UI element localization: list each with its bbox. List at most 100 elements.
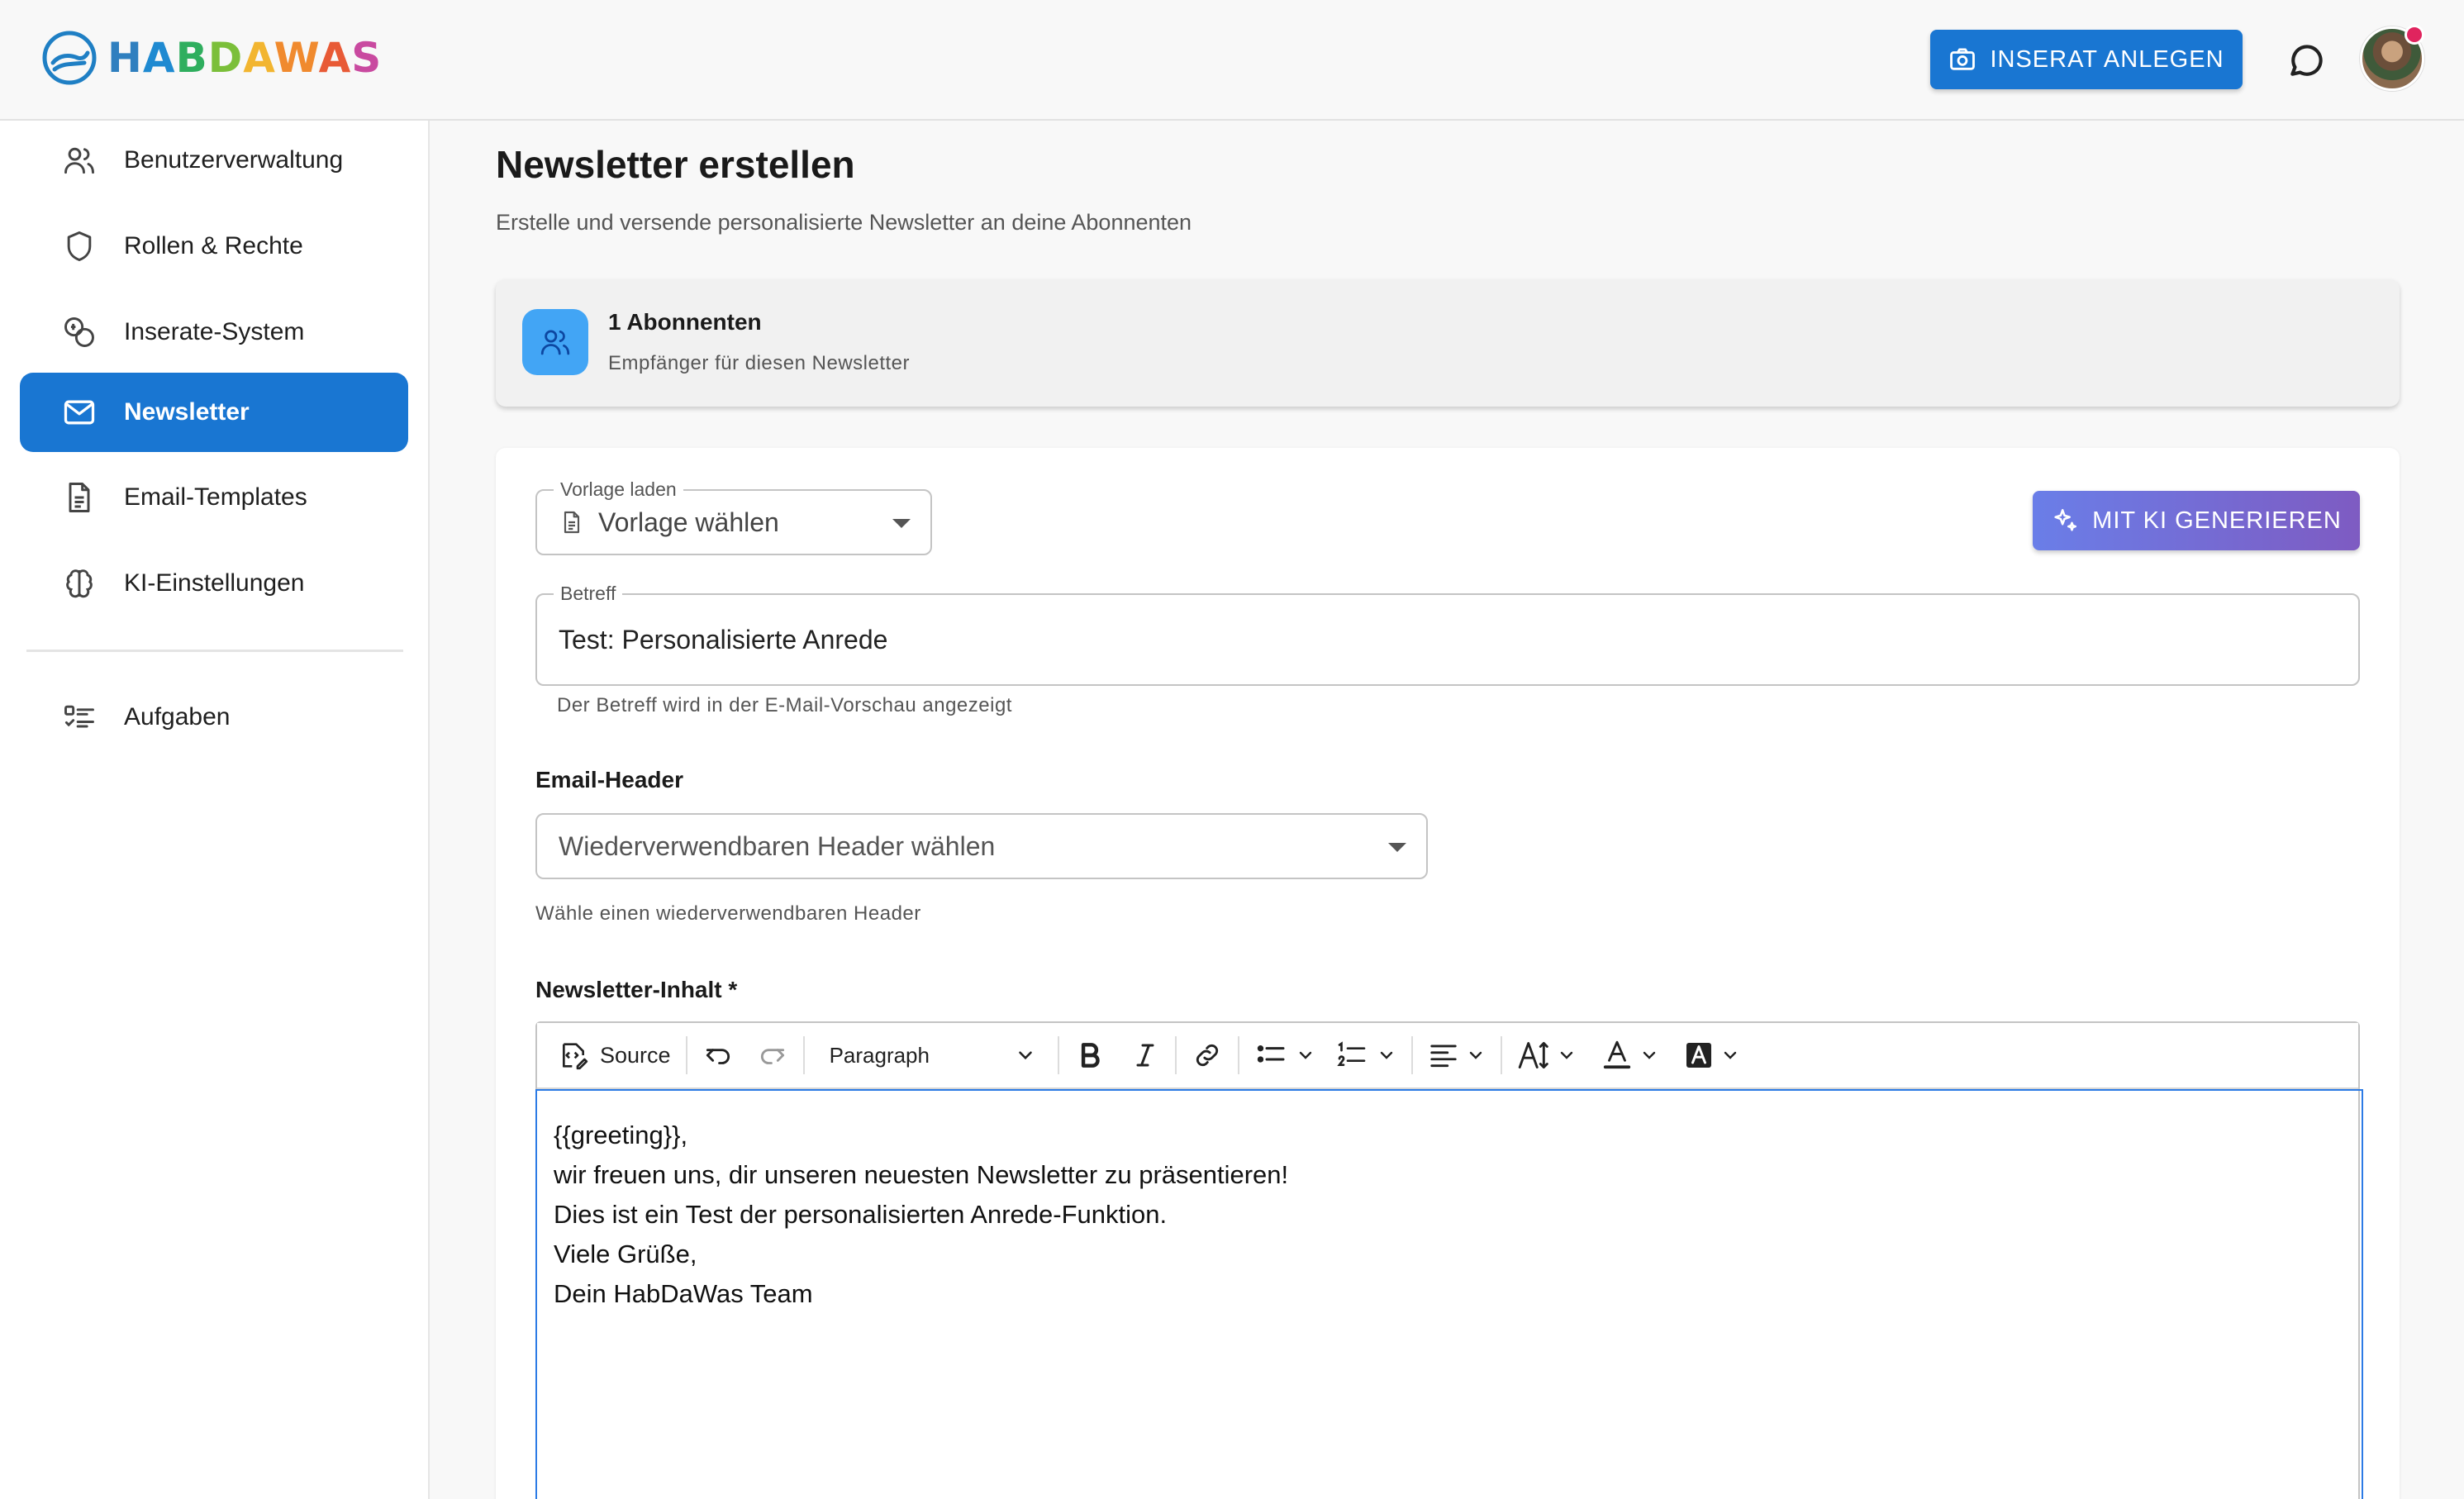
create-listing-label: INSERAT ANLEGEN: [1990, 45, 2224, 73]
task-list-icon: [61, 699, 98, 735]
subscriber-description: Empfänger für diesen Newsletter: [608, 352, 910, 374]
toolbar-separator: [1237, 1036, 1239, 1074]
sidebar-divider: [26, 650, 403, 652]
paragraph-format-dropdown[interactable]: Paragraph: [820, 1032, 1043, 1078]
font-size-icon: [1518, 1042, 1548, 1068]
link-icon: [1196, 1044, 1218, 1067]
document-icon: [564, 511, 580, 534]
chevron-down-icon: [892, 519, 911, 528]
editor-toolbar: Source Paragraph: [537, 1023, 2358, 1089]
mail-icon: [61, 394, 98, 431]
chevron-down-icon: [1299, 1051, 1311, 1059]
subject-input-value: Test: Personalisierte Anrede: [559, 625, 888, 654]
font-color-button[interactable]: [1601, 1032, 1659, 1078]
editor-line: wir freuen uns, dir unseren neuesten New…: [554, 1160, 1289, 1189]
email-header-placeholder: Wiederverwendbaren Header wählen: [559, 831, 996, 861]
sidebar-item-aufgaben[interactable]: Aufgaben: [20, 678, 408, 757]
numbered-list-icon: [1336, 1041, 1365, 1066]
subject-helper-text: Der Betreff wird in der E-Mail-Vorschau …: [557, 694, 1012, 716]
paragraph-format-label: Paragraph: [829, 1042, 930, 1068]
sidebar-item-newsletter[interactable]: Newsletter: [20, 373, 408, 452]
logo-letter: A: [243, 34, 274, 82]
undo-icon: [706, 1049, 730, 1064]
email-header-label: Email-Header: [535, 767, 683, 792]
subject-field[interactable]: Betreff Test: Personalisierte Anrede: [535, 583, 2360, 686]
toolbar-separator: [802, 1036, 805, 1074]
chevron-down-icon: [1380, 1051, 1392, 1059]
create-listing-button[interactable]: INSERAT ANLEGEN: [1930, 30, 2243, 89]
font-size-button[interactable]: [1517, 1032, 1577, 1078]
sidebar-item-benutzerverwaltung[interactable]: Benutzerverwaltung: [20, 121, 408, 200]
logo[interactable]: HABDAWAS: [41, 30, 382, 86]
editor-line: Dein HabDaWas Team: [554, 1279, 813, 1308]
sparkles-icon: [2054, 508, 2077, 531]
logo-letter: H: [107, 34, 143, 82]
sidebar-item-label: KI-Einstellungen: [124, 569, 305, 597]
bulleted-list-button[interactable]: [1254, 1032, 1315, 1078]
numbered-list-button[interactable]: [1335, 1032, 1396, 1078]
notification-badge: [2405, 25, 2424, 45]
italic-button[interactable]: [1130, 1032, 1160, 1078]
sidebar-item-email-templates[interactable]: Email-Templates: [20, 458, 408, 537]
editor-line: Viele Grüße,: [554, 1240, 697, 1268]
font-color-icon: [1603, 1040, 1630, 1069]
sidebar-item-label: Email-Templates: [124, 483, 307, 511]
sidebar-item-inserate-system[interactable]: Inserate-System: [20, 293, 408, 372]
logo-letter: W: [274, 34, 319, 82]
editor-line: {{greeting}},: [554, 1121, 688, 1149]
toolbar-separator: [1410, 1036, 1413, 1074]
bold-button[interactable]: [1074, 1032, 1106, 1078]
link-button[interactable]: [1192, 1032, 1223, 1078]
toolbar-separator: [685, 1036, 687, 1074]
background-color-button[interactable]: [1684, 1032, 1740, 1078]
newsletter-form: Vorlage laden Vorlage wählen MIT KI GENE…: [496, 448, 2400, 1499]
camera-icon: [1950, 48, 1976, 70]
subscriber-count: 1 Abonnenten: [608, 309, 762, 335]
align-left-icon: [1429, 1045, 1457, 1068]
chevron-down-icon: [1018, 1051, 1032, 1060]
template-select[interactable]: Vorlage laden Vorlage wählen: [535, 479, 932, 555]
email-header-helper-text: Wähle einen wiederverwendbaren Header: [535, 902, 921, 925]
template-select-value: Vorlage wählen: [598, 507, 779, 537]
newsletter-content-label: Newsletter-Inhalt *: [535, 977, 738, 1002]
redo-button[interactable]: [757, 1032, 788, 1078]
brain-icon: [61, 565, 98, 602]
bulleted-list-icon: [1257, 1045, 1285, 1063]
source-label: Source: [600, 1042, 671, 1068]
sidebar-item-rollen-rechte[interactable]: Rollen & Rechte: [20, 207, 408, 286]
logo-letter: A: [318, 34, 352, 82]
shield-icon: [61, 228, 98, 264]
chevron-down-icon: [1560, 1051, 1572, 1059]
document-icon: [61, 479, 98, 516]
subject-label: Betreff: [554, 583, 623, 603]
logo-letter: D: [207, 34, 244, 82]
source-button[interactable]: Source: [557, 1032, 671, 1078]
ai-generate-label: MIT KI GENERIEREN: [2092, 507, 2342, 534]
sidebar-item-ki-einstellungen[interactable]: KI-Einstellungen: [20, 544, 408, 623]
source-code-icon: [563, 1043, 588, 1070]
template-select-label: Vorlage laden: [554, 479, 683, 499]
logo-letter: A: [142, 34, 176, 82]
italic-icon: [1136, 1044, 1154, 1067]
undo-button[interactable]: [702, 1032, 734, 1078]
sidebar-item-label: Rollen & Rechte: [124, 232, 303, 259]
editor-line: Dies ist ein Test der personalisierten A…: [554, 1200, 1168, 1229]
redo-icon: [760, 1049, 784, 1064]
toolbar-separator: [1500, 1036, 1502, 1074]
chevron-down-icon: [1643, 1051, 1655, 1059]
page-subtitle: Erstelle und versende personalisierte Ne…: [496, 210, 1192, 235]
alignment-button[interactable]: [1428, 1032, 1486, 1078]
coins-icon: [61, 314, 98, 350]
sidebar-item-label: Inserate-System: [124, 318, 305, 345]
chat-icon[interactable]: [2286, 40, 2327, 81]
top-bar: HABDAWAS INSERAT ANLEGEN: [0, 0, 2464, 121]
logo-icon: [42, 31, 97, 85]
sidebar-item-label: Newsletter: [124, 398, 250, 426]
subscriber-card: 1 Abonnenten Empfänger für diesen Newsle…: [496, 279, 2400, 407]
ai-generate-button[interactable]: MIT KI GENERIEREN: [2033, 491, 2360, 550]
editor-content-area[interactable]: {{greeting}}, wir freuen uns, dir unsere…: [535, 1089, 2363, 1499]
chevron-down-icon: [1388, 843, 1406, 852]
page-title: Newsletter erstellen: [496, 143, 855, 186]
toolbar-separator: [1174, 1036, 1177, 1074]
email-header-select[interactable]: Wiederverwendbaren Header wählen: [535, 813, 1428, 879]
